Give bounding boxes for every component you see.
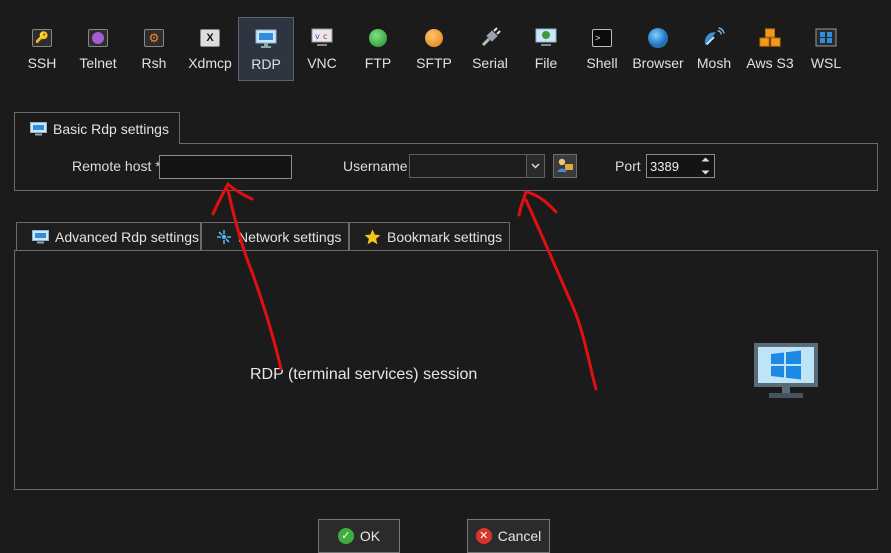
tool-file[interactable]: File	[518, 17, 574, 81]
username-label: Username	[343, 158, 408, 174]
tab-label: Advanced Rdp settings	[55, 228, 199, 245]
user-credentials-button[interactable]	[553, 154, 577, 178]
tab-network-settings[interactable]: Network settings	[201, 222, 349, 251]
svg-text:v: v	[315, 32, 320, 41]
cancel-button-label: Cancel	[497, 528, 542, 544]
telnet-icon	[87, 27, 109, 49]
session-description: RDP (terminal services) session	[250, 366, 478, 383]
session-type-toolbar: 🔑 SSH Telnet ⚙ Rsh X Xdmcp RDP vc VNC FT…	[14, 17, 854, 81]
tool-wsl[interactable]: WSL	[798, 17, 854, 81]
rdp-monitor-icon	[255, 28, 277, 50]
tool-label: Browser	[632, 55, 684, 71]
tool-browser[interactable]: Browser	[630, 17, 686, 81]
tool-label: Aws S3	[746, 55, 794, 71]
port-spin-arrows[interactable]	[699, 157, 711, 175]
rdp-monitor-icon	[30, 121, 47, 136]
tool-serial[interactable]: Serial	[462, 17, 518, 81]
tool-rdp[interactable]: RDP	[238, 17, 294, 81]
username-combobox[interactable]	[409, 154, 545, 178]
close-icon: ✕	[475, 528, 492, 544]
tool-label: SFTP	[416, 55, 452, 71]
file-icon	[535, 27, 557, 49]
ftp-globe-icon	[367, 27, 389, 49]
browser-globe-icon	[647, 27, 669, 49]
sftp-globe-icon	[423, 27, 445, 49]
remote-host-input[interactable]	[159, 155, 292, 179]
tool-xdmcp[interactable]: X Xdmcp	[182, 17, 238, 81]
shell-terminal-icon: >	[591, 27, 613, 49]
tool-mosh[interactable]: Mosh	[686, 17, 742, 81]
tab-label: Bookmark settings	[387, 228, 503, 245]
rsh-icon: ⚙	[143, 27, 165, 49]
spin-up-icon	[701, 157, 709, 162]
vnc-icon: vc	[311, 27, 333, 49]
xdmcp-icon: X	[199, 27, 221, 49]
rdp-monitor-icon	[753, 342, 819, 400]
username-dropdown-button[interactable]	[526, 155, 544, 177]
tool-sftp[interactable]: SFTP	[406, 17, 462, 81]
remote-host-label: Remote host *	[72, 158, 161, 174]
tool-label: Telnet	[79, 55, 117, 71]
star-icon	[364, 229, 381, 245]
tab-label: Network settings	[238, 228, 342, 245]
tool-label: Xdmcp	[188, 55, 232, 71]
tool-label: VNC	[307, 55, 337, 71]
tool-telnet[interactable]: Telnet	[70, 17, 126, 81]
ok-button-label: OK	[359, 528, 381, 544]
mosh-satellite-icon	[703, 27, 725, 49]
tool-aws-s3[interactable]: Aws S3	[742, 17, 798, 81]
tab-advanced-rdp-settings[interactable]: Advanced Rdp settings	[16, 222, 201, 251]
tool-label: WSL	[810, 55, 842, 71]
network-icon	[216, 229, 232, 245]
chevron-down-icon	[531, 163, 540, 169]
port-spinbox[interactable]	[646, 154, 715, 178]
tool-shell[interactable]: > Shell	[574, 17, 630, 81]
tool-label: Shell	[586, 55, 618, 71]
spin-down-icon	[701, 170, 709, 175]
tool-ftp[interactable]: FTP	[350, 17, 406, 81]
tool-label: File	[534, 55, 558, 71]
tool-ssh[interactable]: 🔑 SSH	[14, 17, 70, 81]
tool-label: SSH	[27, 55, 57, 71]
user-credentials-icon	[557, 158, 573, 172]
tool-vnc[interactable]: vc VNC	[294, 17, 350, 81]
rdp-monitor-icon	[32, 229, 49, 244]
tab-basic-rdp-settings[interactable]: Basic Rdp settings	[14, 112, 180, 144]
tool-label: Serial	[472, 55, 508, 71]
aws-s3-boxes-icon	[759, 27, 781, 49]
tool-label: RDP	[251, 56, 281, 72]
tool-label: Mosh	[696, 55, 732, 71]
rdp-settings-panel: RDP (terminal services) session	[14, 250, 878, 490]
tool-label: Rsh	[141, 55, 167, 71]
port-label: Port	[615, 158, 641, 174]
serial-plug-icon	[479, 27, 501, 49]
tab-label: Basic Rdp settings	[53, 120, 169, 137]
tab-bookmark-settings[interactable]: Bookmark settings	[349, 222, 510, 251]
ssh-key-icon: 🔑	[31, 27, 53, 49]
tool-label: FTP	[364, 55, 392, 71]
svg-text:c: c	[323, 32, 327, 41]
tool-rsh[interactable]: ⚙ Rsh	[126, 17, 182, 81]
wsl-windows-icon	[815, 27, 837, 49]
port-input[interactable]	[647, 155, 703, 177]
check-icon: ✓	[337, 528, 354, 544]
